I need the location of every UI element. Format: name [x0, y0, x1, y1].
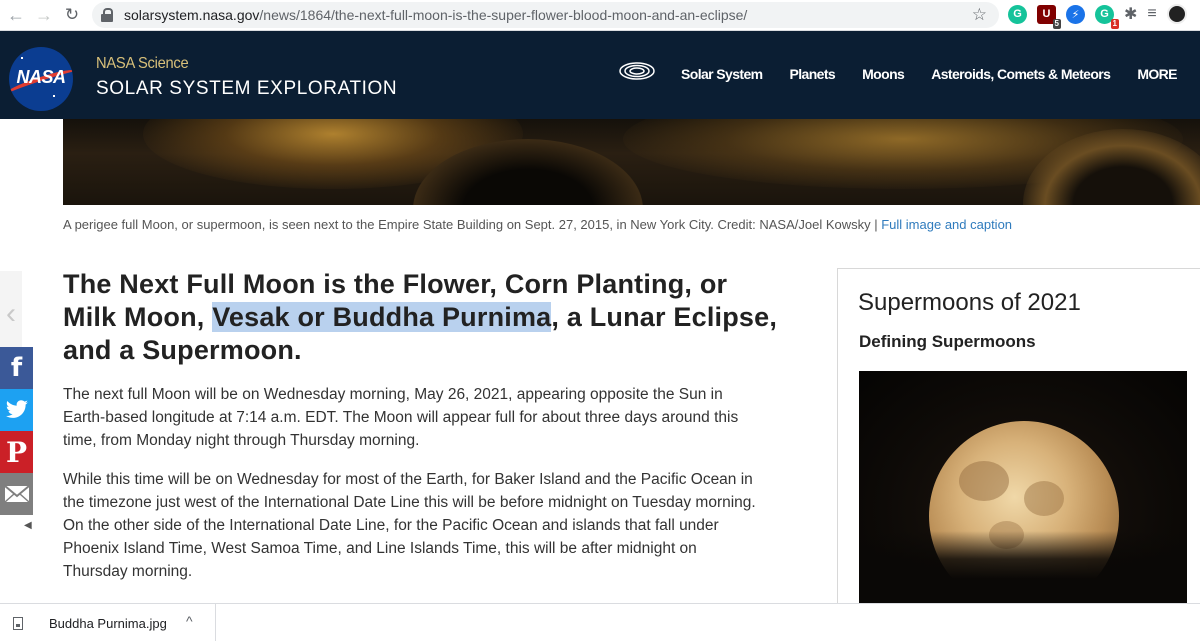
extensions-puzzle-icon[interactable]: ✱ — [1124, 4, 1137, 24]
profile-avatar[interactable] — [1166, 4, 1187, 24]
orbit-icon[interactable] — [618, 58, 656, 84]
back-arrow-icon: ← — [7, 4, 25, 25]
forward-arrow-icon: → — [35, 4, 53, 25]
download-filename: Buddha Purnima.jpg — [49, 616, 167, 631]
sidebar-title: Supermoons of 2021 — [858, 289, 1081, 316]
supermoons-sidebar: Supermoons of 2021 Defining Supermoons — [837, 268, 1200, 628]
nav-planets[interactable]: Planets — [790, 66, 836, 82]
logo-wordmark: NASA — [16, 67, 66, 87]
twitter-icon — [5, 400, 28, 418]
nav-solar-system[interactable]: Solar System — [681, 66, 763, 82]
image-file-icon — [13, 617, 23, 630]
brand-solar-system-exploration[interactable]: SOLAR SYSTEM EXPLORATION — [96, 78, 397, 100]
nav-more[interactable]: MORE — [1137, 66, 1177, 82]
brand-nasa-science[interactable]: NASA Science — [96, 55, 189, 73]
browser-toolbar: ← → ↻ solarsystem.nasa.gov/news/1864/the… — [0, 0, 1200, 31]
extensions-area: G U5 ⚡ G1 ✱ ≡ — [1008, 4, 1187, 29]
site-header: NASA NASA Science SOLAR SYSTEM EXPLORATI… — [0, 31, 1200, 119]
url-path: /news/1864/the-next-full-moon-is-the-sup… — [259, 7, 748, 23]
supermoon-image[interactable] — [859, 371, 1187, 603]
sidebar-subtitle: Defining Supermoons — [859, 332, 1036, 351]
previous-article-arrow[interactable]: ‹ — [0, 271, 22, 357]
reload-icon: ↻ — [64, 5, 80, 24]
article-title: The Next Full Moon is the Flower, Corn P… — [63, 269, 778, 365]
reading-list-icon[interactable]: ≡ — [1147, 5, 1156, 23]
bookmark-star-icon[interactable]: ☆ — [972, 5, 987, 25]
download-item[interactable]: Buddha Purnima.jpg ^ — [0, 604, 216, 641]
article-paragraph-1: The next full Moon will be on Wednesday … — [63, 386, 739, 449]
extension-badge: 1 — [1110, 18, 1119, 29]
pinterest-share-button[interactable]: P — [0, 431, 33, 473]
g-badge-extension-icon[interactable]: G1 — [1095, 4, 1119, 29]
forward-button[interactable]: → — [30, 1, 58, 29]
nasa-meatball-logo[interactable]: NASA — [9, 47, 73, 111]
grammarly-extension-icon[interactable]: G — [1008, 4, 1027, 24]
facebook-share-button[interactable]: f — [0, 347, 33, 389]
facebook-icon: f — [10, 353, 23, 383]
extension-badge: 5 — [1052, 18, 1061, 29]
chevron-left-icon: ‹ — [6, 297, 16, 330]
url-host: solarsystem.nasa.gov — [124, 7, 260, 23]
envelope-icon — [3, 485, 30, 503]
back-button[interactable]: ← — [2, 1, 30, 29]
chevron-up-icon[interactable]: ^ — [186, 613, 193, 629]
article-paragraph-2: While this time will be on Wednesday for… — [63, 471, 756, 580]
reload-button[interactable]: ↻ — [58, 1, 86, 29]
collapse-share-icon[interactable]: ◀ — [24, 520, 32, 531]
image-caption: A perigee full Moon, or supermoon, is se… — [63, 217, 1012, 232]
pinterest-icon: P — [5, 435, 28, 469]
twitter-share-button[interactable] — [0, 389, 33, 431]
shield-extension-icon[interactable]: U5 — [1037, 4, 1061, 29]
address-bar[interactable]: solarsystem.nasa.gov/news/1864/the-next-… — [92, 2, 999, 28]
full-image-link[interactable]: Full image and caption — [881, 217, 1012, 232]
bolt-extension-icon[interactable]: ⚡ — [1066, 4, 1085, 24]
caption-text: A perigee full Moon, or supermoon, is se… — [63, 217, 882, 232]
nav-moons[interactable]: Moons — [862, 66, 905, 82]
download-shelf: Buddha Purnima.jpg ^ — [0, 603, 1200, 641]
nav-asteroids-comets-meteors[interactable]: Asteroids, Comets & Meteors — [931, 66, 1111, 82]
email-share-button[interactable] — [0, 473, 33, 515]
lock-icon — [100, 8, 114, 22]
highlighted-text: Vesak or Buddha Purnima — [212, 302, 552, 332]
main-navigation: Solar System Planets Moons Asteroids, Co… — [681, 66, 1178, 82]
hero-image — [63, 119, 1200, 205]
